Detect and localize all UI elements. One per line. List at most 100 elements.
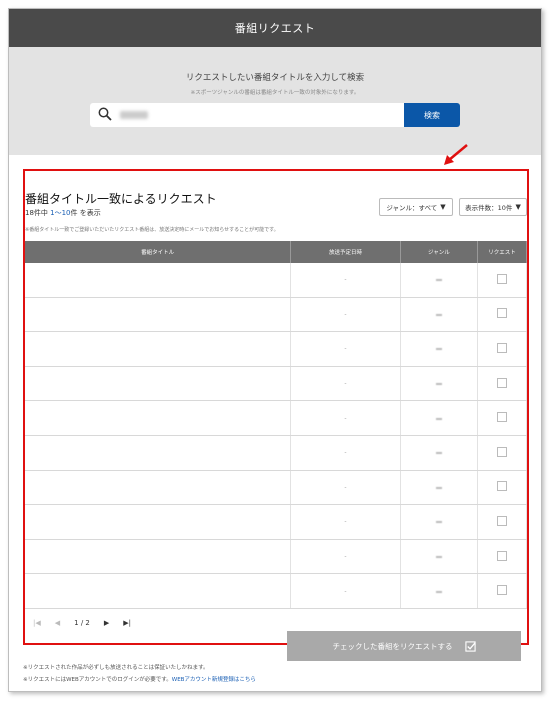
- search-icon: [98, 106, 112, 125]
- row-genre-cell: [400, 573, 479, 609]
- row-date: -: [290, 470, 401, 506]
- row-genre: [435, 417, 442, 420]
- submit-label: チェックした番組をリクエストする: [332, 641, 453, 651]
- table-row: -: [25, 366, 527, 402]
- row-genre-cell: [400, 263, 479, 298]
- column-genre: ジャンル: [400, 241, 479, 263]
- table-row: -: [25, 539, 527, 575]
- results-title: 番組タイトル一致によるリクエスト: [25, 192, 217, 206]
- row-genre: [435, 486, 442, 489]
- row-request-cell: [477, 263, 527, 298]
- column-title: 番組タイトル: [25, 241, 292, 263]
- submit-request-button[interactable]: チェックした番組をリクエストする: [287, 631, 521, 661]
- row-request-cell: [477, 331, 527, 367]
- row-request-cell: [477, 366, 527, 402]
- row-genre-cell: [400, 435, 479, 471]
- table-body: ----------: [25, 263, 527, 609]
- row-genre-cell: [400, 539, 479, 575]
- last-page-icon[interactable]: ▶|: [123, 619, 131, 627]
- row-genre-cell: [400, 470, 479, 506]
- count-suffix: 件 を表示: [70, 209, 101, 217]
- row-genre-cell: [400, 297, 479, 333]
- table-row: -: [25, 435, 527, 471]
- results-section: 番組タイトル一致によるリクエスト 18件中 1〜10件 を表示 ジャンル：すべて…: [23, 169, 529, 645]
- column-date: 放送予定日時: [290, 241, 401, 263]
- row-title-cell: [25, 400, 292, 436]
- row-genre-cell: [400, 400, 479, 436]
- search-note: ※スポーツジャンルの番組は番組タイトル一致の対象外になります。: [190, 90, 360, 96]
- results-count: 18件中 1〜10件 を表示: [25, 208, 101, 218]
- row-title-cell: [25, 297, 292, 333]
- row-title-cell: [25, 470, 292, 506]
- row-genre: [435, 452, 442, 455]
- table-header-row: 番組タイトル 放送予定日時 ジャンル リクエスト: [25, 241, 527, 263]
- row-date: -: [290, 539, 401, 575]
- request-checkbox[interactable]: [497, 515, 508, 526]
- header-bar: 番組リクエスト: [9, 9, 541, 47]
- pagination: |◀ ◀ 1 / 2 ▶ ▶|: [33, 619, 131, 627]
- search-query-value: [120, 111, 148, 119]
- request-checkbox[interactable]: [497, 550, 508, 561]
- row-genre-cell: [400, 366, 479, 402]
- next-page-icon[interactable]: ▶: [104, 619, 109, 627]
- per-page-dropdown[interactable]: 表示件数：10件 ▼: [459, 198, 527, 216]
- footnote-2: ※リクエストにはWEBアカウントでのログインが必要です。WEBアカウント新規登録…: [23, 675, 256, 683]
- table-row: -: [25, 263, 527, 298]
- row-request-cell: [477, 297, 527, 333]
- table-row: -: [25, 470, 527, 506]
- row-genre: [435, 383, 442, 386]
- row-genre: [435, 313, 442, 316]
- search-input[interactable]: [90, 103, 404, 127]
- row-title-cell: [25, 539, 292, 575]
- request-checkbox[interactable]: [497, 481, 508, 492]
- row-date: -: [290, 331, 401, 367]
- row-request-cell: [477, 539, 527, 575]
- row-genre: [435, 348, 442, 351]
- table-row: -: [25, 573, 527, 609]
- page-indicator: 1 / 2: [74, 619, 90, 627]
- check-square-icon: [464, 640, 476, 652]
- register-link[interactable]: WEBアカウント新規登録はこちら: [172, 677, 256, 683]
- request-checkbox[interactable]: [497, 308, 508, 319]
- row-request-cell: [477, 435, 527, 471]
- row-date: -: [290, 263, 401, 298]
- request-checkbox[interactable]: [497, 446, 508, 457]
- search-panel: リクエストしたい番組タイトルを入力して検索 ※スポーツジャンルの番組は番組タイト…: [9, 47, 541, 155]
- request-checkbox[interactable]: [497, 412, 508, 423]
- row-title-cell: [25, 263, 292, 298]
- results-table: 番組タイトル 放送予定日時 ジャンル リクエスト ----------: [25, 241, 527, 609]
- row-title-cell: [25, 573, 292, 609]
- table-row: -: [25, 400, 527, 436]
- count-range: 1〜10: [50, 209, 71, 217]
- row-date: -: [290, 400, 401, 436]
- prev-page-icon[interactable]: ◀: [55, 619, 60, 627]
- row-genre: [435, 521, 442, 524]
- row-title-cell: [25, 435, 292, 471]
- page-title: 番組リクエスト: [234, 22, 316, 35]
- column-request: リクエスト: [477, 241, 527, 263]
- row-genre-cell: [400, 504, 479, 540]
- row-date: -: [290, 573, 401, 609]
- row-genre: [435, 590, 442, 593]
- row-genre-cell: [400, 331, 479, 367]
- table-row: -: [25, 331, 527, 367]
- arrow-icon: [444, 144, 468, 165]
- row-title-cell: [25, 504, 292, 540]
- genre-filter-dropdown[interactable]: ジャンル：すべて ▼: [379, 198, 453, 216]
- request-checkbox[interactable]: [497, 585, 508, 596]
- search-button[interactable]: 検索: [404, 103, 460, 127]
- first-page-icon[interactable]: |◀: [33, 619, 41, 627]
- row-request-cell: [477, 504, 527, 540]
- search-title: リクエストしたい番組タイトルを入力して検索: [185, 73, 365, 83]
- request-checkbox[interactable]: [497, 377, 508, 388]
- footnote-1: ※リクエストされた作品が必ずしも放送されることは保証いたしかねます。: [23, 665, 209, 671]
- footnote-2-text: ※リクエストにはWEBアカウントでのログインが必要です。: [23, 677, 172, 683]
- per-page-label: 表示件数：10件: [465, 204, 513, 212]
- caret-down-icon: ▼: [440, 203, 446, 211]
- request-checkbox[interactable]: [497, 273, 508, 284]
- request-checkbox[interactable]: [497, 342, 508, 353]
- row-title-cell: [25, 366, 292, 402]
- row-genre: [435, 279, 442, 282]
- results-note: ※番組タイトル一致でご登録いただいたリクエスト番組は、放送決定時にメールでお知ら…: [25, 227, 279, 233]
- caret-down-icon: ▼: [515, 203, 521, 211]
